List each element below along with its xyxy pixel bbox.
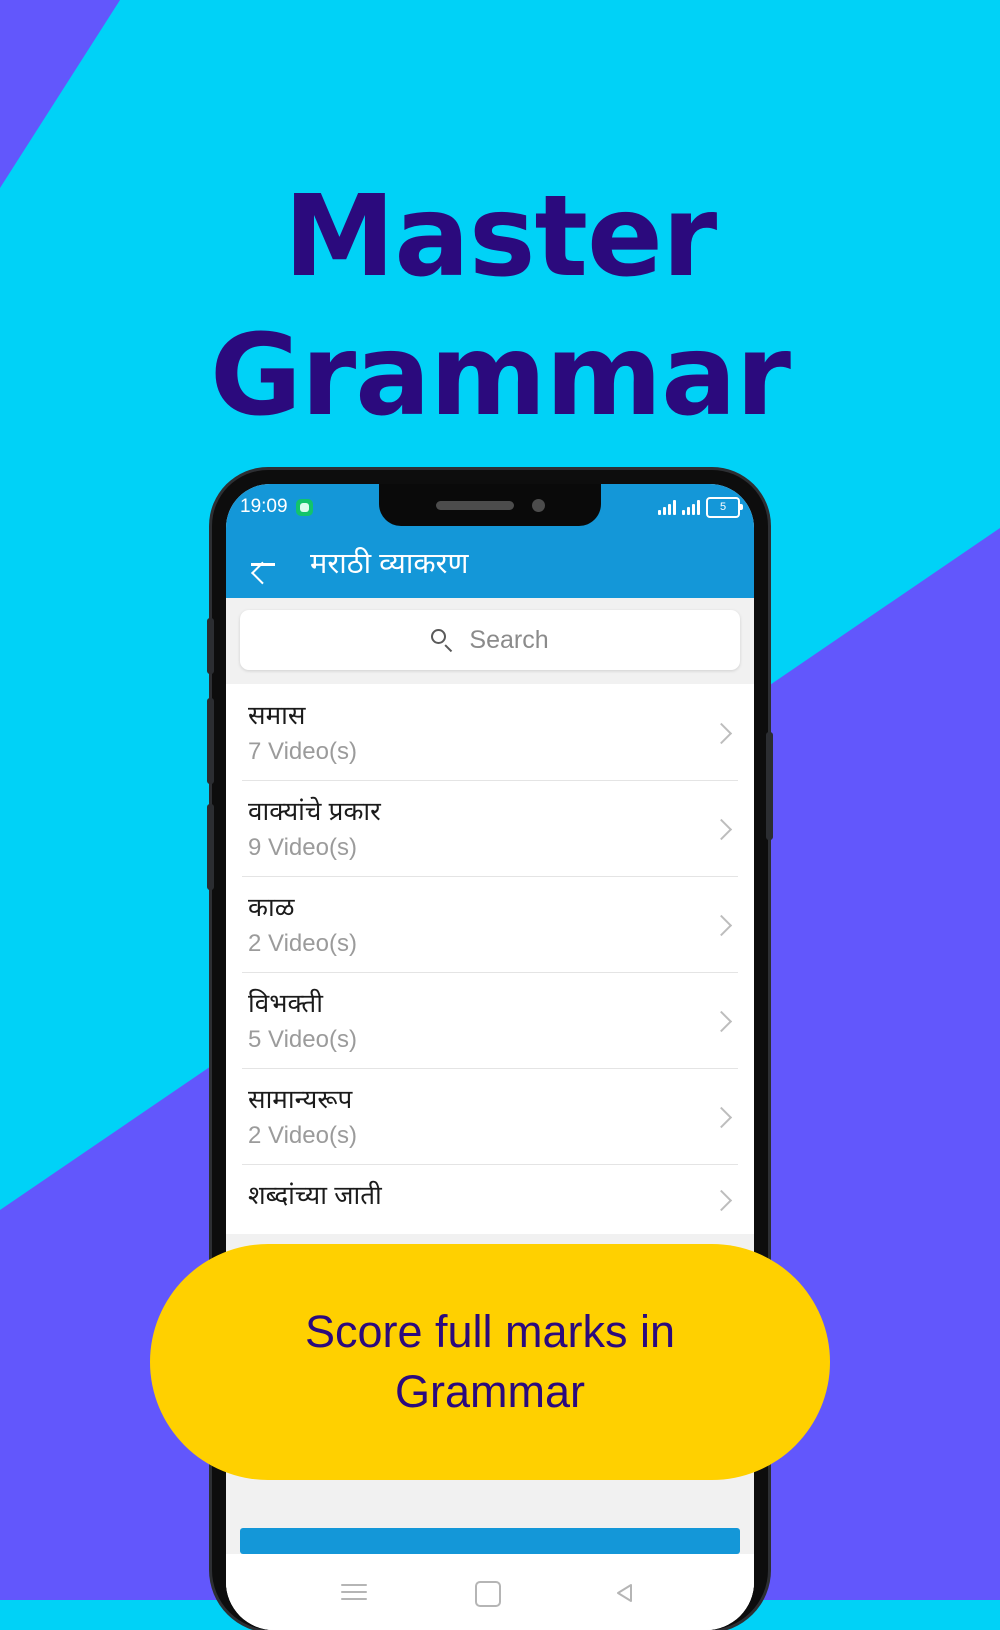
bottom-banner[interactable] <box>240 1528 740 1554</box>
chevron-right-icon <box>712 1190 732 1210</box>
list-item[interactable]: सामान्यरूप 2 Video(s) <box>226 1067 754 1164</box>
list-item[interactable]: समास 7 Video(s) <box>226 684 754 780</box>
message-icon <box>295 498 313 516</box>
list-item-title: सामान्यरूप <box>248 1083 353 1114</box>
headline-line-2: Grammar <box>210 310 791 441</box>
chevron-right-icon <box>712 915 732 935</box>
menu-icon[interactable] <box>339 1577 369 1607</box>
back-triangle-icon[interactable] <box>611 1577 641 1607</box>
list-item-subtitle: 9 Video(s) <box>248 833 357 861</box>
search-placeholder: Search <box>469 625 549 654</box>
search-icon <box>431 629 453 651</box>
signal-bars-icon-2 <box>682 499 700 515</box>
list-item-subtitle: 2 Video(s) <box>248 1121 357 1149</box>
battery-level-label: 5 <box>719 500 727 513</box>
app-bar: मराठी व्याकरण <box>226 530 754 598</box>
phone-side-button-top <box>207 618 214 674</box>
promo-line-1: Score full marks in <box>304 1306 676 1358</box>
status-bar-right: 5 <box>658 496 743 518</box>
earpiece-speaker-icon <box>435 500 514 510</box>
search-input[interactable]: Search <box>240 610 740 670</box>
back-arrow-icon[interactable] <box>248 549 278 579</box>
status-bar-left: 19:09 <box>240 496 313 518</box>
page-title: Master Grammar <box>0 168 1000 446</box>
phone-power-button <box>766 732 773 840</box>
signal-bars-icon <box>658 499 676 515</box>
chevron-right-icon <box>712 1107 732 1127</box>
app-bar-title: मराठी व्याकरण <box>310 547 469 580</box>
list-item-title: वाक्यांचे प्रकार <box>248 795 381 826</box>
list-item-title: काळ <box>248 891 295 922</box>
chevron-right-icon <box>712 1011 732 1031</box>
chevron-right-icon <box>712 819 732 839</box>
promo-badge: Score full marks in Grammar <box>150 1244 830 1480</box>
promo-line-2: Grammar <box>394 1366 585 1417</box>
list-item-title: समास <box>248 700 306 730</box>
chevron-right-icon <box>712 723 732 743</box>
home-square-icon[interactable] <box>475 1577 505 1607</box>
search-container: Search <box>226 598 754 684</box>
list-item-subtitle: 5 Video(s) <box>248 1025 357 1053</box>
list-item[interactable]: काळ 2 Video(s) <box>226 875 754 972</box>
android-nav-bar <box>226 1554 754 1630</box>
list-item[interactable]: वाक्यांचे प्रकार 9 Video(s) <box>226 779 754 876</box>
phone-notch <box>379 484 601 526</box>
headline-line-1: Master <box>283 172 717 302</box>
list-item-subtitle: 2 Video(s) <box>248 929 357 957</box>
list-item[interactable]: विभक्ती 5 Video(s) <box>226 971 754 1068</box>
front-camera-icon <box>531 498 545 512</box>
list-item[interactable]: शब्दांच्या जाती <box>226 1163 754 1234</box>
phone-volume-down-button <box>207 804 214 890</box>
list-item-title: शब्दांच्या जाती <box>248 1179 382 1210</box>
topic-list: समास 7 Video(s) वाक्यांचे प्रकार 9 Video… <box>226 684 754 1234</box>
list-item-title: विभक्ती <box>248 987 323 1018</box>
phone-volume-up-button <box>207 698 214 784</box>
status-bar-time: 19:09 <box>240 496 288 517</box>
list-item-subtitle: 7 Video(s) <box>248 737 357 765</box>
battery-icon: 5 <box>706 496 743 518</box>
